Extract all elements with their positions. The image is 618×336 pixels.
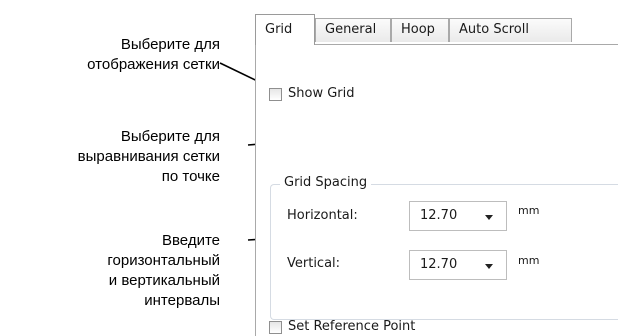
horizontal-spacing-value: 12.70 <box>420 208 458 223</box>
tab-general[interactable]: General <box>315 18 391 42</box>
show-grid-checkbox[interactable] <box>269 88 282 101</box>
vertical-unit: mm <box>518 254 540 267</box>
dropdown-arrow-icon[interactable] <box>485 215 493 220</box>
vertical-spacing-value: 12.70 <box>420 257 458 272</box>
horizontal-unit: mm <box>518 204 540 217</box>
horizontal-spacing-combo[interactable]: 12.70 <box>409 201 507 231</box>
options-dialog: Grid General Hoop Auto Scroll Show Grid … <box>255 14 618 336</box>
tab-strip: Grid General Hoop Auto Scroll <box>255 14 618 45</box>
show-grid-label: Show Grid <box>288 86 355 101</box>
vertical-spacing-combo[interactable]: 12.70 <box>409 250 507 280</box>
dropdown-arrow-icon[interactable] <box>485 264 493 269</box>
tab-hoop[interactable]: Hoop <box>391 18 449 42</box>
tab-grid[interactable]: Grid <box>255 14 315 45</box>
tab-auto-scroll[interactable]: Auto Scroll <box>449 18 572 42</box>
set-reference-point-label: Set Reference Point <box>288 319 416 334</box>
set-reference-point-checkbox[interactable] <box>269 321 282 334</box>
grid-spacing-title: Grid Spacing <box>280 175 372 190</box>
grid-tab-panel: Show Grid Grid Spacing Horizontal: 12.70… <box>255 44 618 336</box>
horizontal-label: Horizontal: <box>287 208 358 223</box>
vertical-label: Vertical: <box>287 256 341 271</box>
